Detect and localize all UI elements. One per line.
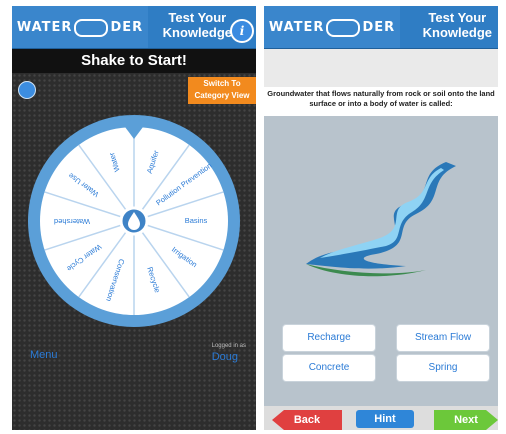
wheel-segment-label[interactable]: Watershed (54, 217, 90, 226)
wheel-segment-label[interactable]: Basins (185, 216, 208, 225)
header-title: Test Your Knowledge (162, 10, 232, 40)
wheel-screen: WATER DER Test Your Knowledge i Shake to … (12, 6, 256, 430)
menu-link[interactable]: Menu (30, 349, 58, 361)
hint-button[interactable]: Hint (356, 410, 414, 428)
header-bar: WATER DER Test Your Knowledge i (12, 6, 256, 49)
logo-cap-icon (326, 19, 361, 37)
question-screen: WATER DER Test Your Knowledge Groundwater… (264, 6, 498, 430)
answer-recharge[interactable]: Recharge (282, 324, 376, 352)
logo-cap-icon (74, 19, 109, 37)
question-band (264, 49, 498, 87)
switch-category-view-button[interactable]: Switch To Category View (188, 77, 256, 104)
globe-icon[interactable] (18, 81, 36, 99)
back-button[interactable]: Back (272, 410, 342, 430)
app-logo: WATER DER (12, 6, 148, 48)
river-illustration (306, 162, 456, 277)
user-link[interactable]: Doug (212, 351, 238, 363)
category-wheel[interactable]: AquiferPollution PreventionBasinsIrrigat… (26, 113, 242, 329)
app-logo: WATER DER (264, 6, 400, 48)
logged-in-label: Logged in as (211, 343, 246, 349)
river-highlight (320, 168, 444, 258)
shake-to-start-banner: Shake to Start! (12, 49, 256, 73)
answer-spring[interactable]: Spring (396, 354, 490, 382)
answer-stream-flow[interactable]: Stream Flow (396, 324, 490, 352)
info-icon[interactable]: i (230, 19, 254, 43)
question-text: Groundwater that flows naturally from ro… (267, 89, 495, 108)
next-button[interactable]: Next (434, 410, 498, 430)
answer-concrete[interactable]: Concrete (282, 354, 376, 382)
header-title: Test Your Knowledge (422, 10, 492, 40)
wheel-area: Switch To Category View Aquifer Pollution… (12, 73, 256, 430)
header-bar: WATER DER Test Your Knowledge (264, 6, 498, 49)
